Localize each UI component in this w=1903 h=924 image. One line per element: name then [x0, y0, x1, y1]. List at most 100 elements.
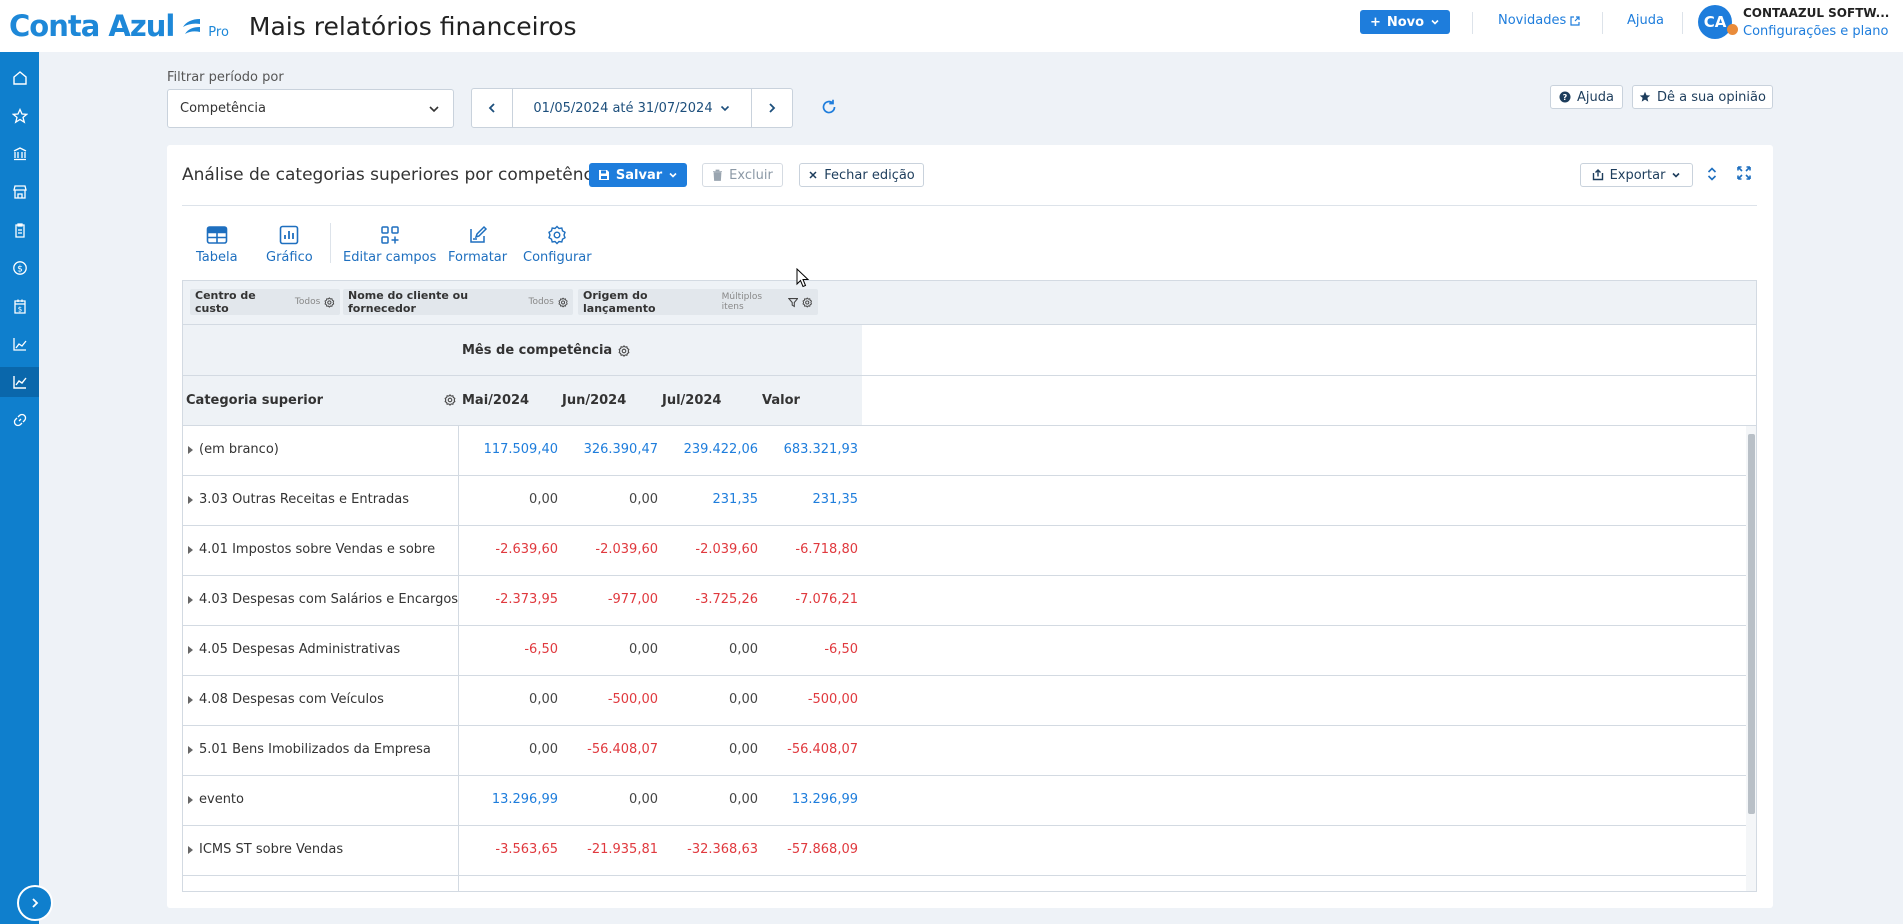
delete-button[interactable]: Excluir — [702, 163, 783, 187]
row-category[interactable]: 4.03 Despesas com Salários e Encargos — [188, 592, 458, 607]
table-cell[interactable]: -2.639,60 — [468, 542, 558, 557]
company-name[interactable]: CONTAAZUL SOFTW... — [1743, 6, 1889, 20]
row-category[interactable]: ICMS ST sobre Vendas — [188, 842, 343, 857]
expand-triangle-icon[interactable] — [188, 545, 193, 554]
table-cell[interactable]: -6.718,80 — [768, 542, 858, 557]
table-cell[interactable]: -500,00 — [568, 692, 658, 707]
tool-configure[interactable]: Configurar — [523, 225, 592, 265]
money-icon[interactable]: $ — [0, 253, 39, 283]
table-row[interactable]: 4.08 Despesas com Veículos 0,00 -500,00 0,0… — [183, 676, 1746, 726]
calendar-money-icon[interactable]: $ — [0, 291, 39, 321]
row-category[interactable]: 4.01 Impostos sobre Vendas e sobre — [188, 542, 435, 557]
gear-icon[interactable] — [444, 394, 456, 406]
row-category[interactable]: 4.08 Despesas com Veículos — [188, 692, 384, 707]
table-cell[interactable]: 117.509,40 — [468, 442, 558, 457]
filter-chip-origin[interactable]: Origem do lançamento Múltiplos itens — [578, 289, 818, 315]
table-cell[interactable]: -500,00 — [768, 692, 858, 707]
table-cell[interactable]: 231,35 — [768, 492, 859, 507]
table-cell[interactable]: -3.725,26 — [668, 592, 758, 607]
table-cell[interactable]: -21.935,81 — [568, 842, 658, 857]
expand-triangle-icon[interactable] — [188, 845, 193, 854]
link-icon[interactable] — [0, 405, 39, 435]
table-cell[interactable]: -977,00 — [568, 592, 658, 607]
help-link[interactable]: Ajuda — [1627, 13, 1664, 28]
save-button[interactable]: Salvar — [589, 163, 687, 187]
config-plan-link[interactable]: Configurações e plano — [1743, 24, 1888, 39]
table-cell[interactable]: 13.296,99 — [468, 792, 558, 807]
avatar[interactable]: CA — [1698, 5, 1732, 39]
next-period-button[interactable] — [752, 89, 792, 127]
column-header[interactable]: Jun/2024 — [562, 393, 626, 408]
table-cell[interactable]: -2.039,60 — [568, 542, 658, 557]
table-cell[interactable]: -56.408,07 — [568, 742, 658, 757]
feedback-button[interactable]: Dê a sua opinião — [1632, 85, 1773, 109]
table-row[interactable]: evento 13.296,99 0,00 0,00 13.296,99 — [183, 776, 1746, 826]
expand-triangle-icon[interactable] — [188, 595, 193, 604]
period-type-select[interactable]: Competência — [167, 89, 454, 128]
filter-icon[interactable] — [787, 297, 799, 308]
expand-triangle-icon[interactable] — [188, 495, 193, 504]
gear-icon[interactable] — [618, 344, 630, 357]
table-cell[interactable]: 231,35 — [668, 492, 759, 507]
table-cell[interactable]: -56.408,07 — [768, 742, 858, 757]
export-button[interactable]: Exportar — [1580, 163, 1693, 187]
table-cell[interactable]: -2.039,60 — [668, 542, 758, 557]
bank-icon[interactable] — [0, 139, 39, 169]
star-icon[interactable] — [0, 101, 39, 131]
row-category[interactable]: 4.05 Despesas Administrativas — [188, 642, 400, 657]
expand-triangle-icon[interactable] — [188, 695, 193, 704]
table-row[interactable]: 4.01 Impostos sobre Vendas e sobre -2.639… — [183, 526, 1746, 576]
table-cell[interactable]: -7.076,21 — [768, 592, 858, 607]
row-category[interactable]: (em branco) — [188, 442, 279, 457]
table-row[interactable]: 4.05 Despesas Administrativas -6,50 0,00 0,… — [183, 626, 1746, 676]
table-row[interactable]: 4.03 Despesas com Salários e Encargos -2.… — [183, 576, 1746, 626]
collapse-expand-icon[interactable] — [1706, 166, 1718, 182]
vertical-scrollbar[interactable] — [1746, 426, 1756, 891]
home-icon[interactable] — [0, 63, 39, 93]
clipboard-icon[interactable] — [0, 215, 39, 245]
tool-format[interactable]: Formatar — [448, 225, 507, 265]
previous-period-button[interactable] — [472, 89, 512, 127]
gear-icon[interactable] — [558, 297, 568, 308]
table-cell[interactable]: -32.368,63 — [668, 842, 758, 857]
gear-icon[interactable] — [802, 296, 813, 308]
table-cell[interactable]: -2.373,95 — [468, 592, 558, 607]
table-cell[interactable]: 683.321,93 — [768, 442, 858, 457]
filter-chip-client-supplier[interactable]: Nome do cliente ou fornecedor Todos — [343, 289, 573, 315]
table-cell[interactable]: -57.868,09 — [768, 842, 858, 857]
news-link[interactable]: Novidades — [1498, 13, 1580, 28]
new-button[interactable]: + Novo — [1360, 10, 1450, 34]
table-cell[interactable]: -3.563,65 — [468, 842, 558, 857]
gear-icon[interactable] — [324, 296, 335, 308]
tool-table[interactable]: Tabela — [196, 225, 238, 265]
help-button[interactable]: ? Ajuda — [1550, 85, 1623, 109]
expand-triangle-icon[interactable] — [188, 745, 193, 754]
scrollbar-thumb[interactable] — [1748, 434, 1755, 814]
column-header[interactable]: Jul/2024 — [662, 393, 721, 408]
date-range-select[interactable]: 01/05/2024 até 31/07/2024 — [512, 89, 752, 127]
conta-azul-logo[interactable]: Conta Azul Pro — [9, 9, 229, 43]
table-cell[interactable]: 239.422,06 — [668, 442, 758, 457]
table-row[interactable]: ICMS ST sobre Vendas -3.563,65 -21.935,81-… — [183, 826, 1746, 876]
table-row[interactable]: 5.01 Bens Imobilizados da Empresa 0,00 -56… — [183, 726, 1746, 776]
row-category[interactable]: evento — [188, 792, 244, 807]
refresh-icon[interactable] — [820, 98, 838, 116]
column-header[interactable]: Mai/2024 — [462, 393, 529, 408]
report-icon[interactable] — [0, 329, 39, 359]
close-edit-button[interactable]: Fechar edição — [799, 163, 924, 187]
expand-triangle-icon[interactable] — [188, 645, 193, 654]
fullscreen-icon[interactable] — [1737, 166, 1751, 180]
chart-icon[interactable] — [0, 367, 39, 397]
tool-chart[interactable]: Gráfico — [266, 225, 313, 265]
table-cell[interactable]: -6,50 — [768, 642, 858, 657]
row-header[interactable]: Categoria superior — [186, 393, 323, 408]
row-category[interactable]: 5.01 Bens Imobilizados da Empresa — [188, 742, 431, 757]
table-row[interactable]: 3.03 Outras Receitas e Entradas 0,00 0,00 2… — [183, 476, 1746, 526]
column-header[interactable]: Valor — [762, 393, 800, 408]
store-icon[interactable] — [0, 177, 39, 207]
expand-sidebar-button[interactable] — [17, 885, 53, 921]
table-cell[interactable]: 326.390,47 — [568, 442, 658, 457]
table-row[interactable]: (em branco) 117.509,40 326.390,47 239.422,0… — [183, 426, 1746, 476]
tool-edit-fields[interactable]: Editar campos — [343, 225, 436, 265]
column-group-header[interactable]: Mês de competência — [462, 343, 630, 358]
